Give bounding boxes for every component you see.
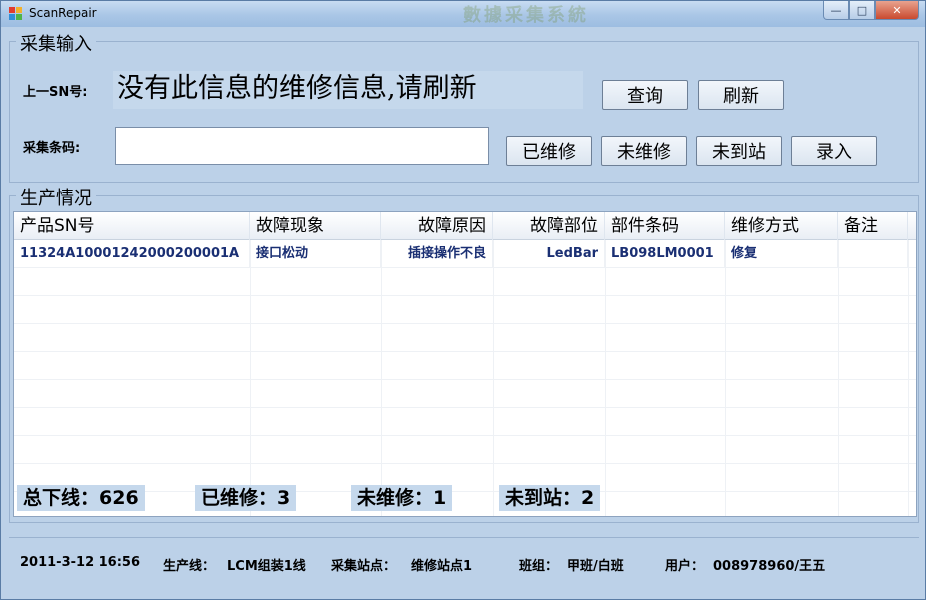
title-bar[interactable]: ScanRepair 數據采集系統 — □ ✕ [1, 1, 925, 27]
cell-symptom: 接口松动 [250, 240, 381, 268]
app-window: ScanRepair 數據采集系統 — □ ✕ 采集输入 上一SN号: 没有此信… [0, 0, 926, 600]
table-row[interactable] [14, 408, 916, 436]
production-table[interactable]: 产品SN号 故障现象 故障原因 故障部位 部件条码 维修方式 备注 11324A… [13, 211, 917, 517]
cell-repair-method: 修复 [725, 240, 838, 268]
status-station-value: 维修站点1 [411, 559, 473, 574]
query-button[interactable]: 查询 [602, 80, 688, 110]
column-header[interactable]: 产品SN号 [14, 212, 250, 240]
last-sn-message: 没有此信息的维修信息,请刷新 [113, 71, 583, 109]
stat-repaired: 已维修：3 [195, 485, 297, 511]
cell-location: LedBar [493, 240, 605, 268]
last-sn-label: 上一SN号: [23, 85, 88, 100]
status-station-label: 采集站点： [331, 559, 397, 574]
status-shift-value: 甲班/白班 [567, 559, 624, 574]
table-row[interactable] [14, 492, 916, 516]
column-header[interactable]: 维修方式 [725, 212, 838, 240]
table-row[interactable] [14, 296, 916, 324]
status-line-value: LCM组装1线 [227, 559, 306, 574]
column-header[interactable]: 故障原因 [381, 212, 493, 240]
window-title: ScanRepair [29, 6, 97, 20]
table-row[interactable] [14, 352, 916, 380]
table-row[interactable] [14, 324, 916, 352]
column-header[interactable]: 故障现象 [250, 212, 381, 240]
client-area: 采集输入 上一SN号: 没有此信息的维修信息,请刷新 查询 刷新 采集条码: 已… [9, 29, 919, 593]
table-row[interactable] [14, 464, 916, 492]
status-user-value: 008978960/王五 [713, 559, 826, 574]
not-arrived-button[interactable]: 未到站 [696, 136, 782, 166]
column-header[interactable]: 部件条码 [605, 212, 725, 240]
table-row[interactable] [14, 268, 916, 296]
column-header[interactable]: 备注 [838, 212, 908, 240]
stat-not-arrived: 未到站：2 [499, 485, 601, 511]
status-datetime: 2011-3-12 16:56 [20, 555, 141, 570]
table-row[interactable] [14, 436, 916, 464]
minimize-button[interactable]: — [823, 1, 849, 20]
refresh-button[interactable]: 刷新 [698, 80, 784, 110]
app-icon [9, 7, 23, 21]
stat-total: 总下线：626 [17, 485, 145, 511]
maximize-button[interactable]: □ [849, 1, 875, 20]
stat-unrepaired: 未维修：1 [351, 485, 453, 511]
status-line-label: 生产线： [163, 559, 216, 574]
table-header: 产品SN号 故障现象 故障原因 故障部位 部件条码 维修方式 备注 [14, 212, 916, 240]
repaired-button[interactable]: 已维修 [506, 136, 592, 166]
cell-remark [838, 240, 908, 268]
enter-button[interactable]: 录入 [791, 136, 877, 166]
unrepaired-button[interactable]: 未维修 [601, 136, 687, 166]
cell-sn: 11324A10001242000200001A [14, 240, 250, 268]
cell-part-barcode: LB098LM0001 [605, 240, 725, 268]
cell-cause: 插接操作不良 [381, 240, 493, 268]
production-group-title: 生产情况 [16, 184, 96, 210]
table-row[interactable] [14, 380, 916, 408]
status-user-label: 用户： [665, 559, 705, 574]
column-header[interactable]: 故障部位 [493, 212, 605, 240]
close-button[interactable]: ✕ [875, 1, 919, 20]
ghost-title: 數據采集系統 [463, 5, 589, 26]
input-group-title: 采集输入 [16, 30, 96, 56]
barcode-label: 采集条码: [23, 141, 81, 156]
status-shift-label: 班组： [519, 559, 559, 574]
barcode-input[interactable] [115, 127, 489, 165]
table-row[interactable]: 11324A10001242000200001A 接口松动 插接操作不良 Led… [14, 240, 916, 268]
window-controls: — □ ✕ [823, 1, 919, 21]
